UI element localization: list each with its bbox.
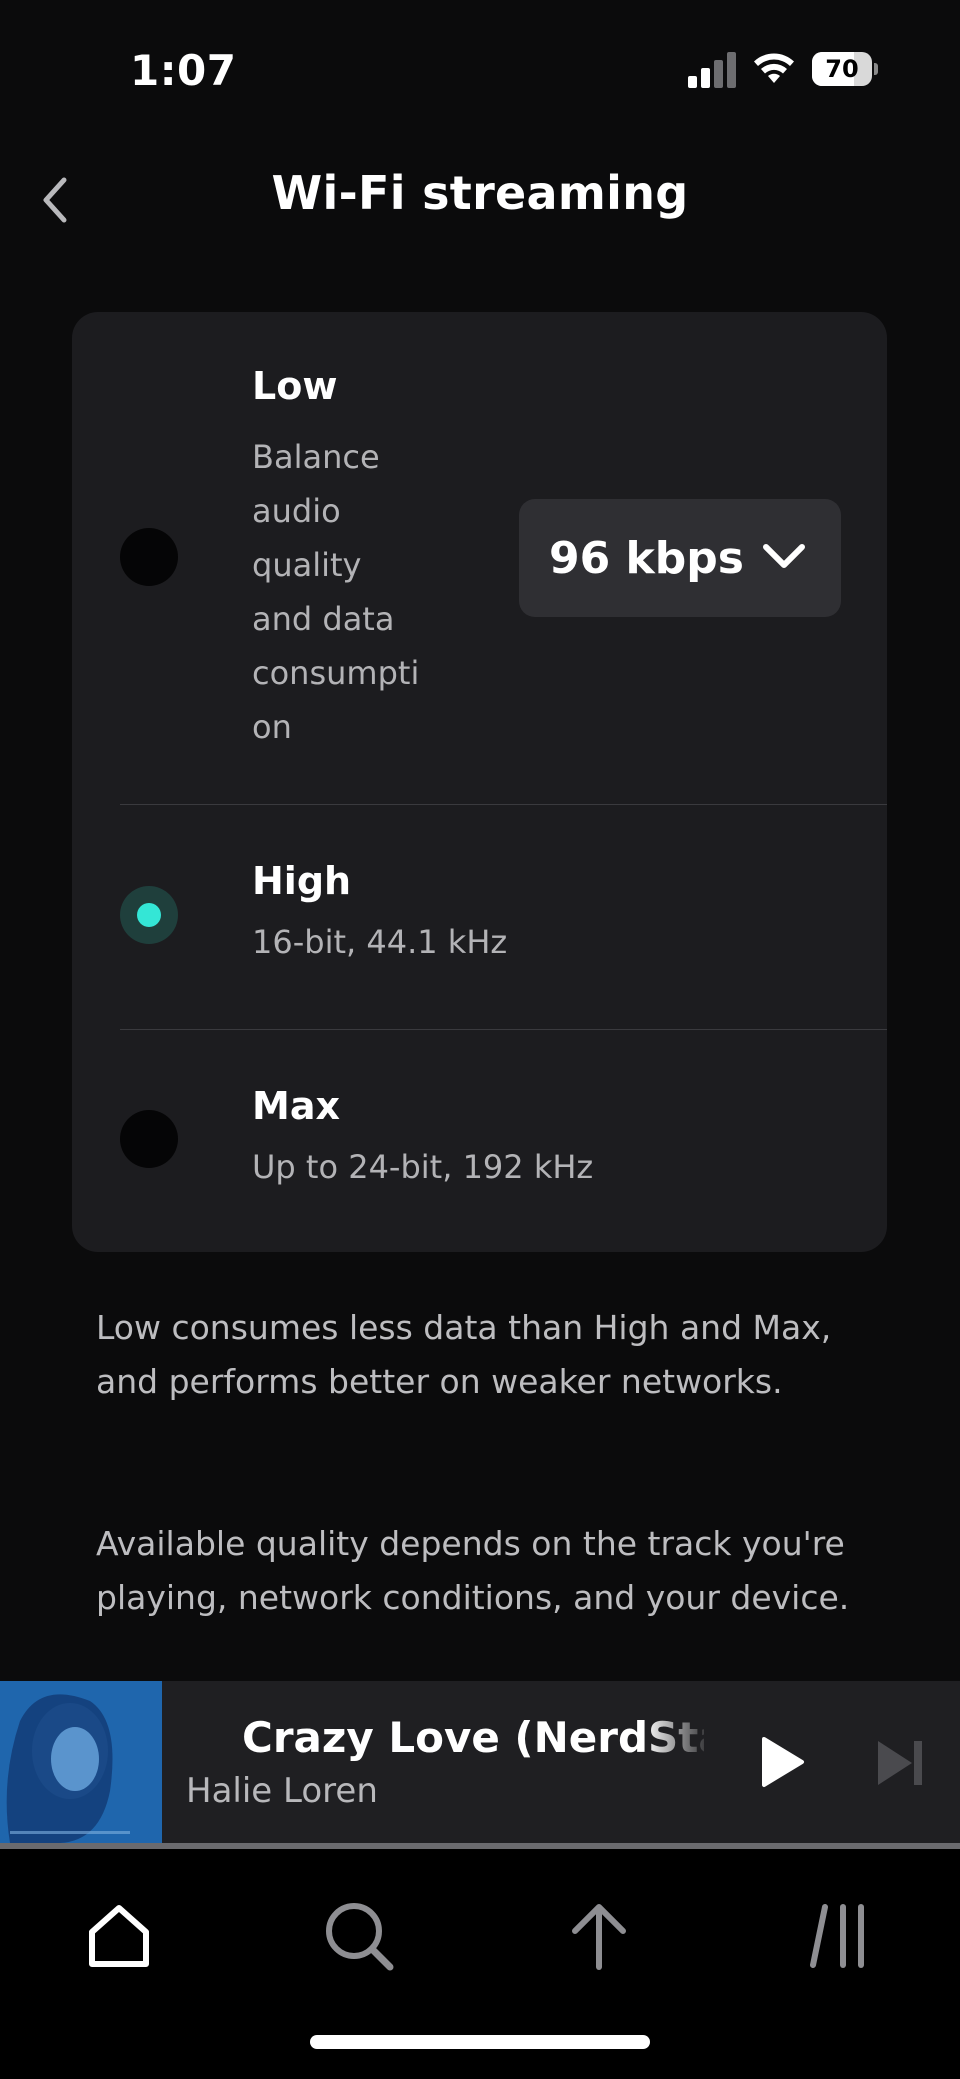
play-icon (762, 1737, 804, 1787)
bitrate-select[interactable]: 96 kbps (519, 499, 841, 617)
info-paragraph: Low consumes less data than High and Max… (96, 1308, 832, 1401)
battery-cap (874, 63, 878, 75)
tab-home[interactable] (74, 1891, 164, 1981)
tab-upload[interactable] (554, 1891, 644, 1981)
page-title: Wi-Fi streaming (271, 166, 689, 220)
status-time: 1:07 (130, 46, 237, 95)
tab-library[interactable] (794, 1891, 884, 1981)
mini-player[interactable]: Crazy Love (NerdStar Remix) Halie Loren (0, 1681, 960, 1843)
option-low-description-line: on (252, 708, 292, 746)
upload-icon (572, 1904, 626, 1970)
option-low-description-line: quality (252, 546, 362, 584)
skip-next-button[interactable] (872, 1733, 932, 1793)
track-title: Crazy Love (NerdStar Remix) (242, 1713, 704, 1762)
search-icon (326, 1903, 394, 1971)
option-low-description-line: consumpti (252, 654, 420, 692)
info-paragraph: Available quality depends on the track y… (96, 1524, 850, 1617)
quality-options-card: Low Balance audio quality and data consu… (72, 312, 887, 1252)
album-art-image (0, 1681, 162, 1843)
wifi-icon (754, 53, 794, 83)
battery-level: 70 (825, 55, 859, 83)
bitrate-value: 96 kbps (549, 532, 744, 584)
option-high[interactable]: High 16-bit, 44.1 kHz (72, 805, 887, 1029)
option-low-description-line: audio (252, 492, 341, 530)
option-max[interactable]: Max Up to 24-bit, 192 kHz (72, 1030, 887, 1252)
track-artist: Halie Loren (186, 1771, 378, 1811)
home-icon (89, 1905, 149, 1967)
tab-search[interactable] (314, 1891, 404, 1981)
skip-next-icon (878, 1741, 922, 1785)
track-title-fade (644, 1703, 714, 1769)
option-high-title: High (252, 859, 352, 903)
radio-low[interactable] (120, 528, 178, 586)
screen: 1:07 70 Wi-Fi streaming Low Balance audi… (0, 0, 960, 2079)
radio-high[interactable] (120, 886, 178, 944)
library-icon (810, 1904, 864, 1968)
play-button[interactable] (752, 1731, 812, 1793)
option-low[interactable]: Low Balance audio quality and data consu… (72, 312, 887, 804)
battery-icon: 70 (812, 52, 878, 86)
option-max-title: Max (252, 1084, 340, 1128)
battery-body: 70 (812, 52, 872, 86)
option-low-description-line: and data (252, 600, 395, 638)
cellular-signal-icon (688, 52, 736, 88)
option-max-description: Up to 24-bit, 192 kHz (252, 1148, 594, 1186)
chevron-down-icon (763, 544, 805, 568)
home-indicator (310, 2035, 650, 2049)
radio-selected-dot (137, 903, 161, 927)
option-low-description: Balance audio quality and data consumpti… (252, 430, 452, 754)
radio-max[interactable] (120, 1110, 178, 1168)
option-low-description-line: Balance (252, 438, 380, 476)
album-art[interactable] (0, 1681, 162, 1843)
option-high-description: 16-bit, 44.1 kHz (252, 923, 508, 961)
option-low-title: Low (252, 364, 338, 408)
